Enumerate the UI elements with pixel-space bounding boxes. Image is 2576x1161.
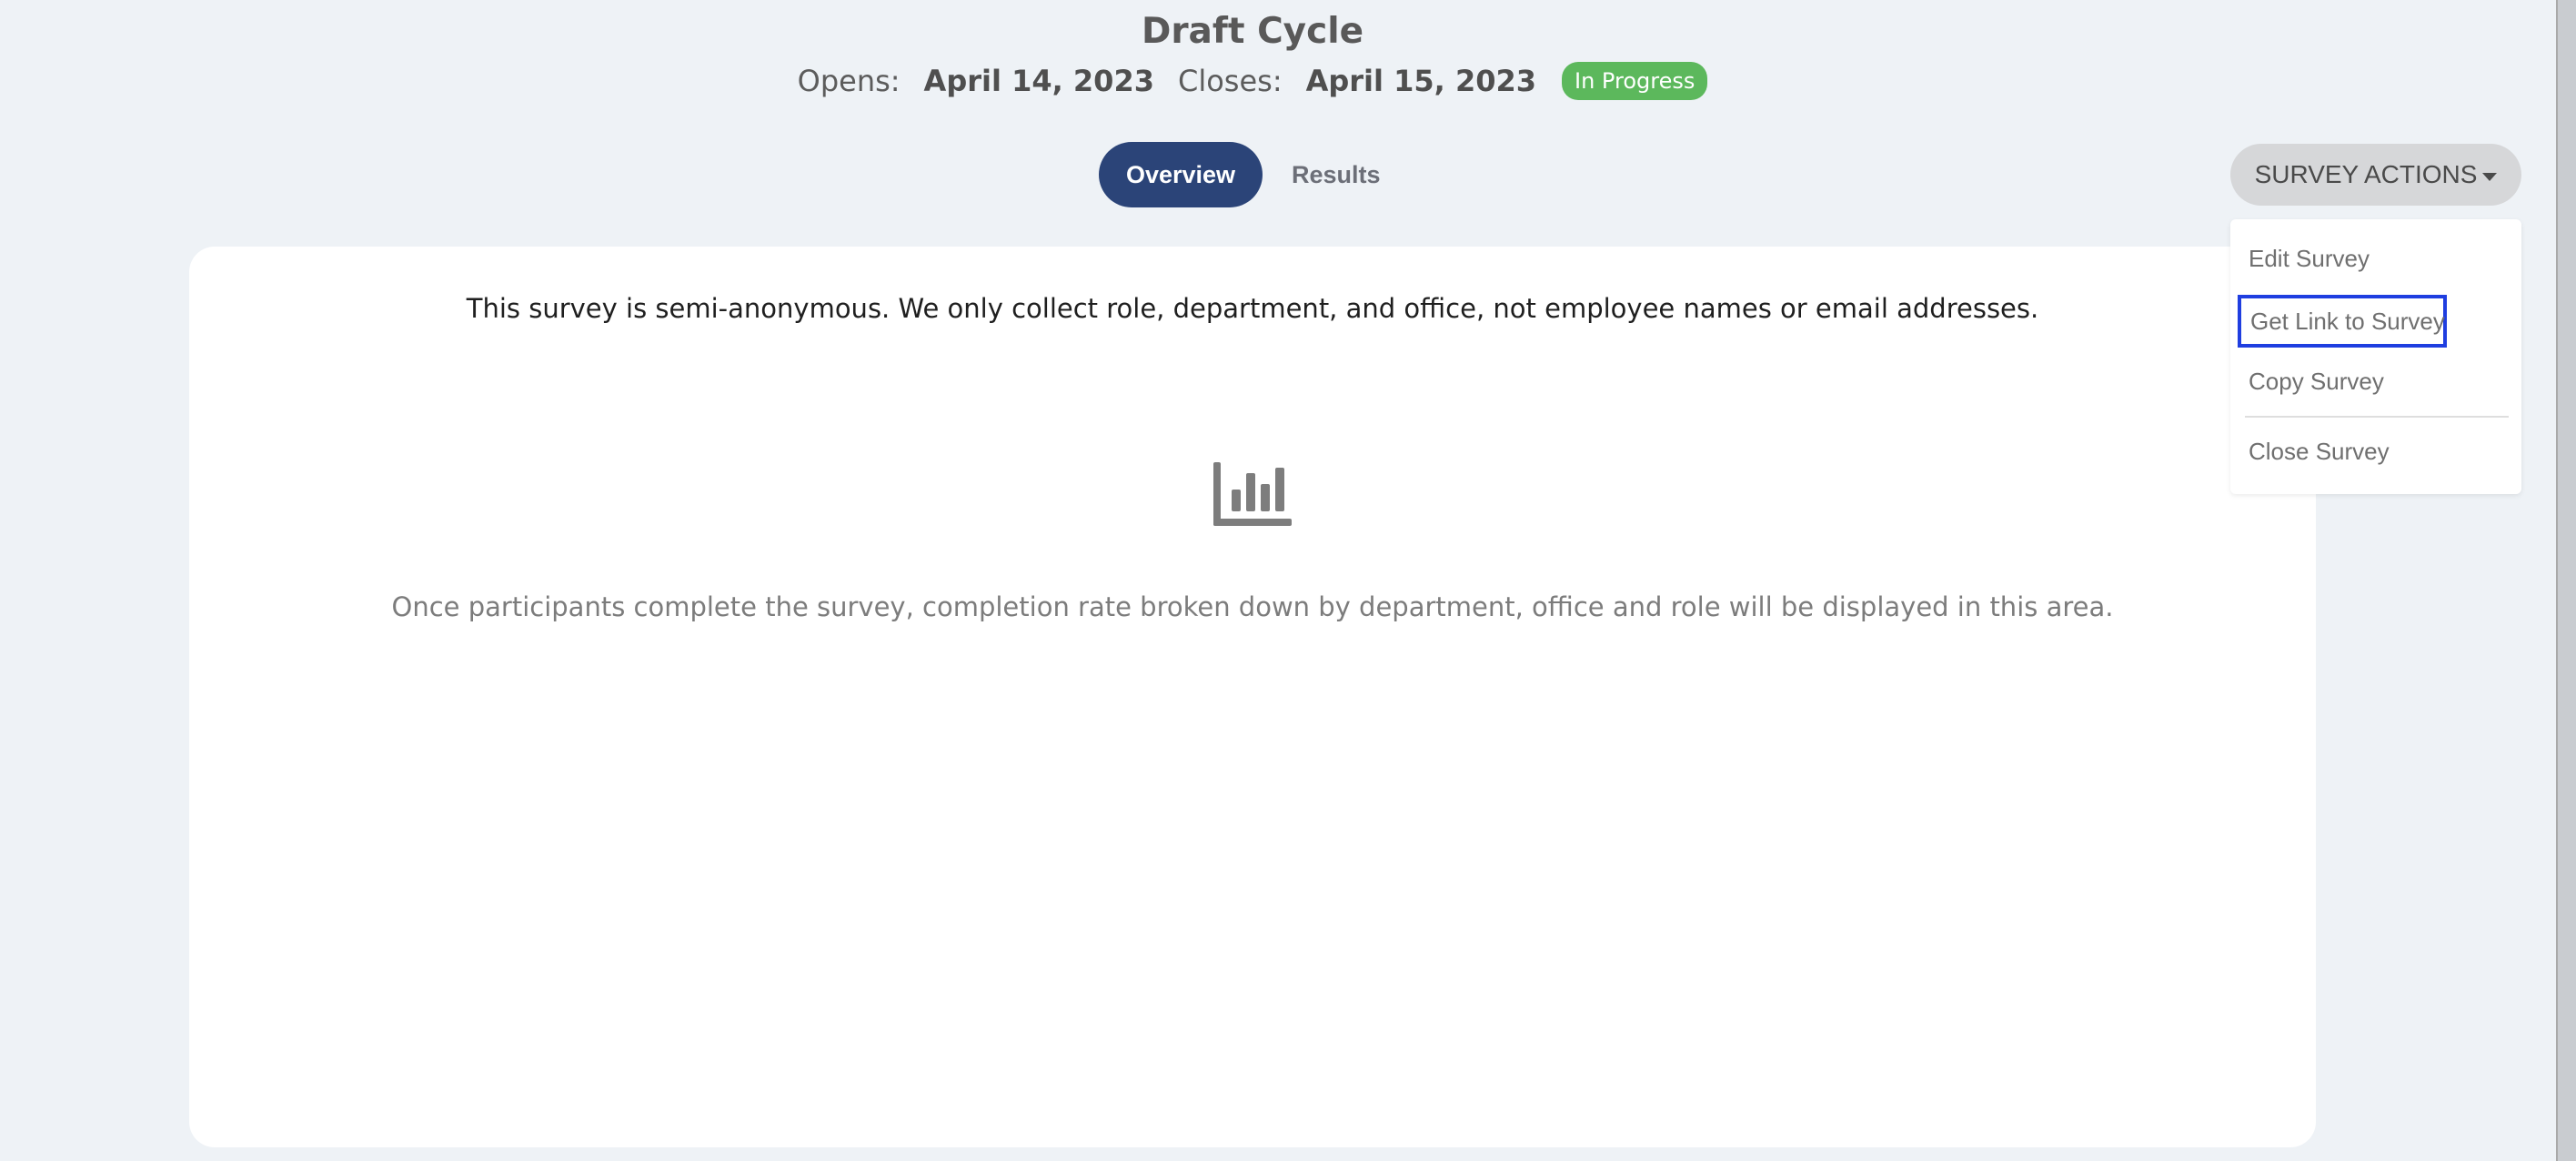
survey-actions-label: SURVEY ACTIONS	[2254, 160, 2478, 188]
tab-bar: Overview Results	[1099, 142, 1381, 207]
anonymity-notice: This survey is semi-anonymous. We only c…	[466, 293, 2039, 324]
survey-dates: Opens: April 14, 2023 Closes: April 15, …	[0, 62, 2505, 100]
menu-item-edit-survey[interactable]: Edit Survey	[2249, 245, 2370, 273]
page-title: Draft Cycle	[1141, 11, 1364, 52]
bar-chart-icon	[1213, 462, 1292, 526]
tab-overview[interactable]: Overview	[1099, 142, 1263, 207]
tab-results[interactable]: Results	[1292, 161, 1381, 189]
menu-item-get-link[interactable]: Get Link to Survey	[2238, 295, 2447, 348]
closes-date: April 15, 2023	[1305, 64, 1537, 98]
caret-down-icon	[2482, 172, 2498, 181]
page: Draft Cycle Opens: April 14, 2023 Closes…	[0, 0, 2576, 1161]
empty-state-message: Once participants complete the survey, c…	[391, 591, 2114, 622]
status-badge: In Progress	[1562, 62, 1708, 100]
menu-divider	[2245, 416, 2509, 418]
closes-label: Closes:	[1177, 64, 1283, 98]
menu-item-copy-survey[interactable]: Copy Survey	[2249, 368, 2384, 396]
window-edge	[2556, 0, 2576, 1161]
overview-card	[189, 247, 2316, 1147]
opens-label: Opens:	[797, 64, 901, 98]
menu-item-close-survey[interactable]: Close Survey	[2249, 438, 2390, 466]
survey-actions-menu: Edit Survey Get Link to Survey Copy Surv…	[2230, 219, 2521, 494]
opens-date: April 14, 2023	[923, 64, 1154, 98]
survey-actions-button[interactable]: SURVEY ACTIONS	[2230, 144, 2521, 206]
